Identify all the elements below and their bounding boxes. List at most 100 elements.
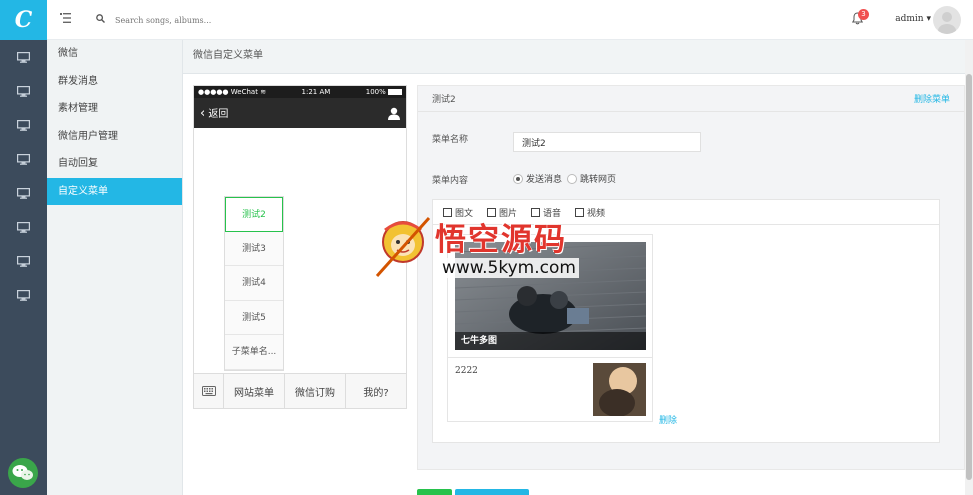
app-logo[interactable]: C (0, 0, 47, 40)
submenu-item[interactable]: 测试4 (225, 266, 283, 301)
article-cover-image: 七牛多图 (455, 242, 646, 350)
monitor-icon (17, 85, 30, 97)
menu-content-label: 菜单内容 (432, 176, 469, 186)
search-input[interactable] (115, 11, 265, 29)
phone-preview: ●●●●● WeChat ≋ 1:21 AM 100% ‹ 返回 测试2 测试3 测… (193, 85, 407, 409)
caret-down-icon: ▾ (926, 14, 931, 24)
news-icon (443, 207, 452, 217)
sidebar-item-5[interactable]: 自动回复 (47, 150, 182, 178)
rail-item-7[interactable] (0, 244, 47, 278)
content-tab[interactable]: 图片 (487, 206, 517, 219)
battery-icon (388, 89, 402, 95)
back-button[interactable]: ‹ 返回 (200, 105, 228, 121)
top-bar: 3 admin ▾ (47, 0, 973, 40)
content-tab-label: 图文 (455, 208, 474, 219)
content-type-tabs: 图文 图片 语音 视频 (433, 200, 939, 225)
icon-rail: C (0, 0, 47, 495)
avatar[interactable] (933, 6, 961, 34)
menu-toggle-icon[interactable] (60, 13, 71, 23)
monitor-icon (17, 187, 30, 199)
chevron-left-icon: ‹ (200, 106, 206, 121)
action-buttons (417, 489, 529, 495)
page-title: 微信自定义菜单 (193, 50, 263, 61)
menu-name-label: 菜单名称 (432, 135, 469, 145)
monitor-icon (17, 255, 30, 267)
radio-jump-url[interactable] (567, 173, 578, 184)
message-content-box: 图文 图片 语音 视频 七牛多图 2222 删除 (432, 199, 940, 443)
phone-menu-tab[interactable]: 网站菜单 (224, 374, 285, 408)
content-tab-label: 图片 (499, 208, 518, 219)
user-menu[interactable]: admin ▾ (895, 14, 931, 24)
sidebar-item-1[interactable]: 微信 (47, 40, 182, 68)
rail-item-4[interactable] (0, 142, 47, 176)
scrollbar-thumb[interactable] (966, 74, 972, 480)
content-tab[interactable]: 图文 (443, 206, 473, 219)
monitor-icon (17, 153, 30, 165)
sidebar-item-3[interactable]: 素材管理 (47, 95, 182, 123)
user-profile-icon[interactable] (388, 107, 400, 120)
back-label: 返回 (208, 109, 229, 120)
submenu-item[interactable]: 测试3 (225, 232, 283, 266)
delete-article-link[interactable]: 删除 (659, 413, 677, 426)
save-button[interactable] (417, 489, 452, 495)
image-icon (487, 207, 497, 217)
phone-menu-tab[interactable]: 我的? (346, 374, 406, 408)
page-scrollbar[interactable] (965, 40, 973, 495)
sidebar-item-6[interactable]: 自定义菜单 (47, 177, 182, 205)
content-tab[interactable]: 视频 (575, 206, 605, 219)
breadcrumb: 微信自定义菜单 (183, 40, 965, 74)
editor-title: 测试2 (432, 95, 456, 105)
divider (448, 357, 652, 358)
editor-header: 测试2 删除菜单 (418, 86, 964, 112)
sidebar-item-4[interactable]: 微信用户管理 (47, 123, 182, 151)
main-content: 微信自定义菜单 ●●●●● WeChat ≋ 1:21 AM 100% ‹ 返回… (183, 40, 965, 495)
sidebar: 微信 群发消息 素材管理 微信用户管理 自动回复 自定义菜单 (47, 40, 183, 495)
phone-nav-bar: ‹ 返回 (194, 98, 406, 128)
radio-link-label: 跳转网页 (580, 175, 617, 185)
rail-item-8[interactable] (0, 278, 47, 312)
content-type-radios: 发送消息 跳转网页 (513, 172, 616, 185)
rail-item-5[interactable] (0, 176, 47, 210)
battery-status: 100% (366, 88, 402, 96)
menu-editor-panel: 测试2 删除菜单 菜单名称 菜单内容 发送消息 跳转网页 图文 图片 语音 视频 (417, 85, 965, 470)
rail-item-2[interactable] (0, 74, 47, 108)
monitor-icon (17, 119, 30, 131)
content-tab-label: 视频 (587, 208, 606, 219)
monitor-icon (17, 51, 30, 63)
notification-badge: 3 (858, 9, 869, 20)
radio-send-message[interactable] (513, 173, 523, 184)
monitor-icon (17, 221, 30, 233)
content-tab[interactable]: 语音 (531, 206, 561, 219)
article-cover-title: 七牛多图 (455, 332, 646, 350)
logo-letter: C (14, 7, 33, 33)
content-tab-label: 语音 (543, 208, 562, 219)
phone-menu-bar: 网站菜单 微信订购 我的? (194, 373, 406, 408)
wifi-icon: ≋ (260, 88, 267, 96)
news-article-card[interactable]: 七牛多图 2222 (447, 234, 653, 422)
publish-button[interactable] (455, 489, 529, 495)
submenu-popup: 测试2 测试3 测试4 测试5 子菜单名... (224, 196, 284, 371)
carrier-label: ●●●●● WeChat ≋ (198, 88, 267, 96)
monitor-icon (17, 289, 30, 301)
search-icon (96, 14, 105, 23)
video-icon (575, 207, 585, 217)
sidebar-item-2[interactable]: 群发消息 (47, 68, 182, 96)
article-item-title: 2222 (455, 366, 478, 376)
article-item-thumbnail (593, 363, 646, 416)
wechat-logo-icon[interactable] (8, 458, 38, 488)
rail-item-6[interactable] (0, 210, 47, 244)
menu-name-input[interactable] (513, 132, 701, 152)
keyboard-toggle[interactable] (194, 374, 224, 408)
voice-icon (531, 207, 541, 217)
submenu-item[interactable]: 测试5 (225, 301, 283, 335)
status-time: 1:21 AM (301, 88, 331, 96)
rail-item-1[interactable] (0, 40, 47, 74)
delete-menu-link[interactable]: 删除菜单 (914, 92, 950, 105)
phone-status-bar: ●●●●● WeChat ≋ 1:21 AM 100% (194, 86, 406, 98)
phone-menu-tab[interactable]: 微信订购 (285, 374, 346, 408)
submenu-item[interactable]: 子菜单名... (225, 335, 283, 370)
submenu-item[interactable]: 测试2 (225, 197, 283, 232)
rail-item-3[interactable] (0, 108, 47, 142)
user-name: admin (895, 14, 924, 24)
keyboard-icon (201, 386, 216, 396)
